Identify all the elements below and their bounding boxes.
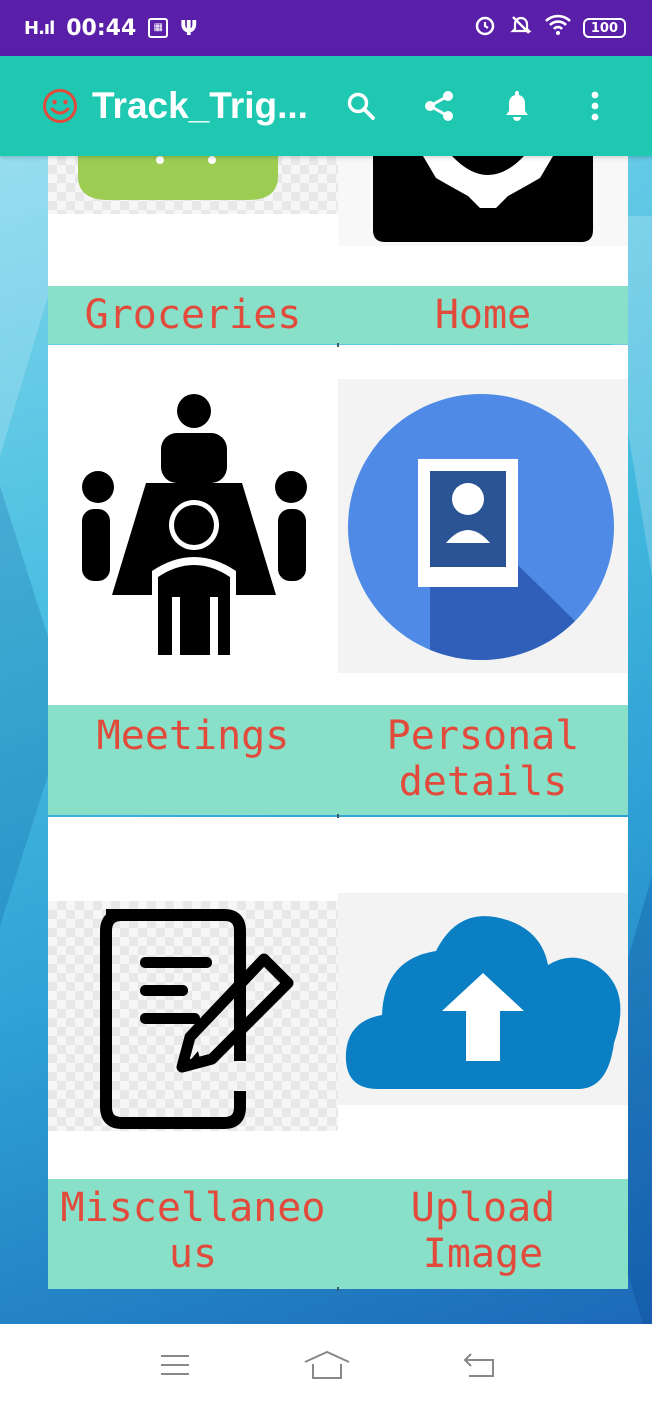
tile-label-home: Home [434,292,532,338]
tile-label-personal-line1: Personal [386,713,580,759]
status-right: 100 [473,13,626,43]
share-icon [425,91,453,121]
tile-home[interactable] [338,156,628,246]
label-band-row-3: Miscellaneo us Upload Image [48,1179,628,1289]
notification-app-icon: ▦ [148,18,169,38]
more-options-button[interactable] [556,76,634,136]
home-icon [304,1350,350,1379]
back-icon [463,1352,494,1377]
grid-divider [337,343,339,347]
status-time: 00:44 [66,15,137,41]
tile-meetings[interactable] [48,375,338,675]
background: Groceries Home Meetings Personal details… [0,156,652,1324]
tile-miscellaneous[interactable] [48,901,338,1131]
app-title: Track_Trig... [92,85,308,126]
tile-label-upload-line1: Upload [410,1185,556,1231]
bell-icon [506,91,528,121]
tile-personal-details[interactable] [338,379,628,673]
upload-cloud-icon [345,916,621,1089]
search-button[interactable] [322,76,400,136]
usb-icon: Ψ [180,16,198,40]
nav-back-button[interactable] [434,1324,524,1405]
wifi-icon [544,14,571,42]
menu-icon [161,1354,189,1375]
personal-details-icon [348,394,614,660]
tile-label-groceries: Groceries [84,292,302,338]
battery-icon: 100 [582,18,626,38]
label-band-row-1: Groceries Home [48,286,628,344]
label-band-row-2: Meetings Personal details [48,705,628,815]
smiley-logo-icon [43,89,77,123]
tile-label-upload-line2: Image [422,1231,544,1277]
signal-icon: H.ıl [24,17,55,39]
app-bar: Track_Trig... [0,56,652,156]
grid-row-2: Meetings Personal details [48,345,628,815]
alarm-icon [473,13,497,43]
tile-label-meetings: Meetings [96,713,290,759]
search-icon [347,92,375,120]
tile-label-misc-line2: us [168,1231,218,1277]
more-vert-icon [591,91,599,121]
mute-icon [509,13,533,43]
notifications-button[interactable] [478,76,556,136]
nav-menu-button[interactable] [130,1324,220,1405]
nav-home-button[interactable] [282,1324,372,1405]
grid-divider [337,814,339,818]
tile-label-personal-line2: details [398,759,568,805]
groceries-icon [78,156,278,200]
home-settings-icon [373,156,593,242]
meetings-icon [82,394,307,660]
grid-row-1: Groceries Home [48,156,628,344]
grid-divider [337,1287,339,1291]
system-nav-bar [0,1324,652,1405]
status-left: H.ıl 00:44 ▦ Ψ [24,16,197,41]
grid-row-3: Miscellaneo us Upload Image [48,817,628,1289]
tile-label-misc-line1: Miscellaneo [60,1185,326,1231]
miscellaneous-icon [100,909,294,1129]
app-bar-actions [322,56,634,156]
tile-groceries[interactable] [48,156,338,214]
tile-upload-image[interactable] [338,893,628,1105]
status-bar: H.ıl 00:44 ▦ Ψ 100 [0,0,652,56]
share-button[interactable] [400,76,478,136]
